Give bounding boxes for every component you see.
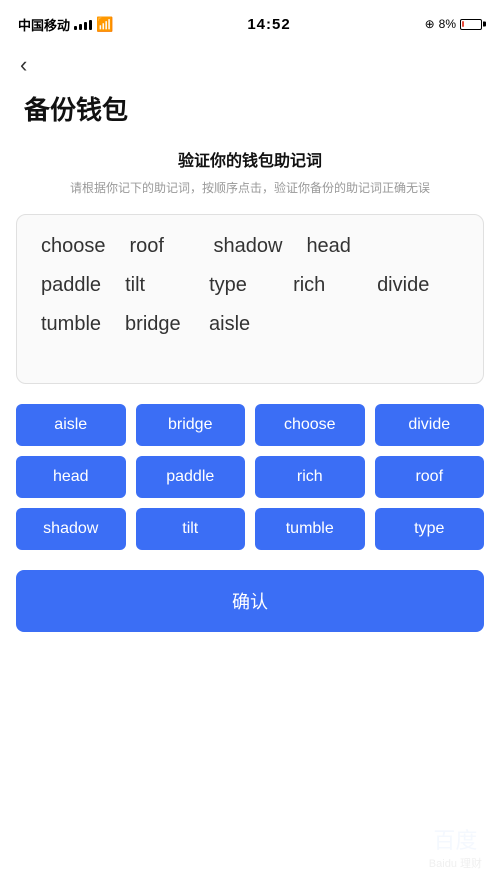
battery-icon [460,19,482,30]
confirm-button-wrapper: 确认 [0,570,500,632]
section-desc: 请根据你记下的助记词，按顺序点击，验证你备份的助记词正确无误 [0,179,500,198]
display-word: type [209,274,269,297]
display-word: shadow [214,235,283,258]
word-row-2: paddle tilt type rich divide [41,274,459,297]
word-chip[interactable]: paddle [136,456,246,498]
display-word: bridge [125,313,185,336]
watermark-text: Baidu 理财 [429,855,482,871]
word-chip[interactable]: roof [375,456,485,498]
section-title: 验证你的钱包助记词 [0,147,500,171]
confirm-button[interactable]: 确认 [16,570,484,632]
word-chip[interactable]: head [16,456,126,498]
chips-section: aislebridgechoosedivide headpaddlerichroo… [0,404,500,550]
display-word: paddle [41,274,101,297]
status-bar: 中国移动 📶 14:52 ⊕ 8% [0,0,500,44]
watermark-logo: 百度 [429,823,482,855]
chips-grid: aislebridgechoosedivide headpaddlerichroo… [16,404,484,550]
word-row-1: choose roof shadow head [41,235,459,258]
word-chip[interactable]: tumble [255,508,365,550]
status-left: 中国移动 📶 [18,15,113,34]
nav-bar: ‹ [0,44,500,82]
display-word: tumble [41,313,101,336]
word-chip[interactable]: choose [255,404,365,446]
word-chip[interactable]: aisle [16,404,126,446]
display-word: aisle [209,313,269,336]
status-right: ⊕ 8% [425,17,482,31]
display-word: head [306,235,366,258]
word-chip[interactable]: divide [375,404,485,446]
status-time: 14:52 [247,16,290,33]
satellite-icon: ⊕ [425,17,435,31]
display-word: rich [293,274,353,297]
word-row-3: tumble bridge aisle [41,313,459,336]
word-chip[interactable]: shadow [16,508,126,550]
word-chip[interactable]: tilt [136,508,246,550]
word-chip[interactable]: rich [255,456,365,498]
word-chip[interactable]: bridge [136,404,246,446]
display-word: tilt [125,274,185,297]
word-chip[interactable]: type [375,508,485,550]
word-display-box: choose roof shadow head paddle tilt type rich d… [16,214,484,384]
display-word: divide [377,274,437,297]
watermark: 百度 Baidu 理财 [429,823,482,871]
page-title: 备份钱包 [0,82,500,147]
signal-icon [74,18,92,30]
carrier-label: 中国移动 [18,15,70,34]
display-word: choose [41,235,106,258]
wifi-icon: 📶 [96,16,113,33]
back-button[interactable]: ‹ [20,52,27,78]
display-word: roof [130,235,190,258]
battery-percent: 8% [439,17,456,31]
